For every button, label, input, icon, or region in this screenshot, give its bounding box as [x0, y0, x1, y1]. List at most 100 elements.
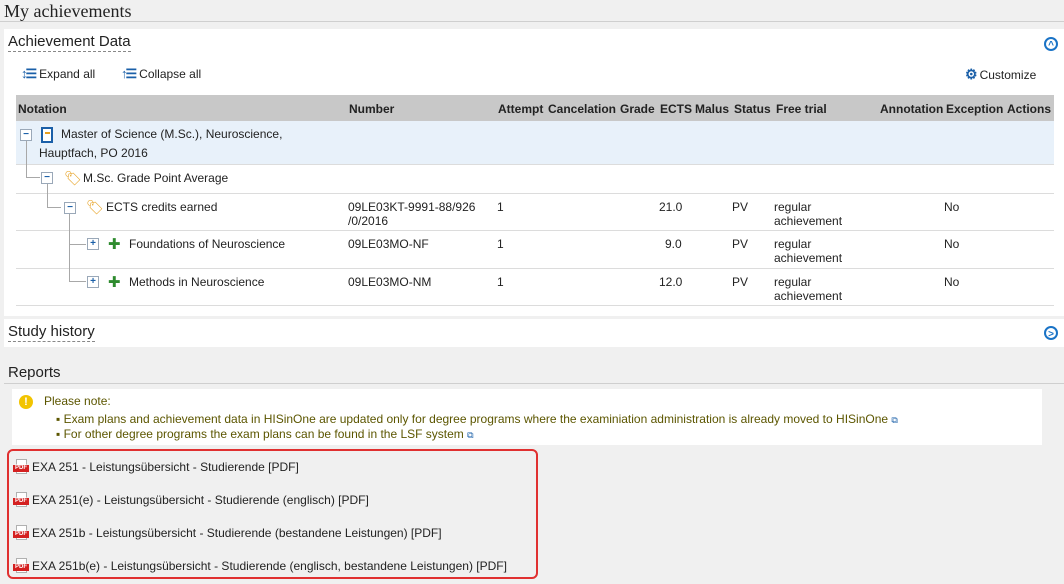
report-link-label: EXA 251(e) - Leistungsübersicht - Studie… [32, 493, 369, 507]
gear-icon: ⚙ [965, 66, 977, 82]
notation-foundations[interactable]: Foundations of Neuroscience [129, 237, 285, 251]
note-line-text: For other degree programs the exam plans… [63, 427, 464, 441]
free-trial-cell: regular [774, 237, 812, 251]
notation-degree-text: Master of Science (M.Sc.), Neuroscience, [61, 127, 283, 141]
collapse-toggle[interactable]: − [20, 129, 32, 141]
info-icon: ! [19, 395, 33, 409]
report-link[interactable]: PDF EXA 251b - Leistungsübersicht - Stud… [13, 525, 442, 541]
chevron-up-circle-icon[interactable]: ^ [1044, 37, 1058, 51]
col-actions[interactable]: Actions [1007, 102, 1051, 116]
free-trial-cell-cont: achievement [774, 289, 843, 303]
notation-ects[interactable]: ECTS credits earned [106, 200, 217, 214]
page-title: My achievements [4, 1, 132, 21]
pdf-icon: PDF [13, 558, 29, 574]
tree-line [69, 281, 86, 282]
pdf-icon: PDF [13, 525, 29, 541]
tree-line [69, 244, 86, 245]
free-trial-cell-cont: achievement [774, 251, 843, 265]
ects-cell: 21.0 [659, 200, 683, 214]
number-cell-cont: /0/2016 [348, 214, 389, 228]
expand-all-icon: ↕☰ [21, 66, 37, 81]
exception-cell: No [944, 275, 960, 289]
report-link[interactable]: PDF EXA 251b(e) - Leistungsübersicht - S… [13, 558, 507, 574]
col-grade[interactable]: Grade [620, 102, 655, 116]
free-trial-cell: regular [774, 200, 812, 214]
col-annotation[interactable]: Annotation [880, 102, 943, 116]
note-title: Please note: [44, 394, 111, 408]
col-exception[interactable]: Exception [946, 102, 1003, 116]
notation-gpa[interactable]: M.Sc. Grade Point Average [83, 171, 228, 185]
reports-divider [4, 383, 1064, 384]
customize-button[interactable]: ⚙ Customize [965, 66, 1036, 83]
number-cell: 09LE03MO-NM [348, 275, 432, 289]
attempt-cell: 1 [497, 237, 504, 251]
tree-line [47, 207, 61, 208]
achievement-data-heading[interactable]: Achievement Data [8, 33, 131, 52]
col-free-trial[interactable]: Free trial [776, 102, 827, 116]
title-divider [0, 21, 1064, 22]
status-cell: PV [732, 275, 749, 289]
exception-cell: No [944, 237, 960, 251]
tree-line [69, 213, 70, 281]
notation-degree-cont: Hauptfach, PO 2016 [39, 146, 148, 160]
notation-degree[interactable]: Master of Science (M.Sc.), Neuroscience, [61, 127, 282, 141]
puzzle-module-icon: ✚ [108, 274, 121, 291]
pdf-icon: PDF [13, 492, 29, 508]
expand-toggle[interactable]: + [87, 276, 99, 288]
customize-label: Customize [979, 67, 1037, 82]
col-notation[interactable]: Notation [18, 102, 67, 116]
report-link-label: EXA 251b - Leistungsübersicht - Studiere… [32, 526, 442, 540]
collapse-all-button[interactable]: ↑☰ Collapse all [121, 66, 201, 82]
collapse-all-icon: ↑☰ [121, 66, 137, 81]
row-divider [16, 268, 1054, 269]
col-ects[interactable]: ECTS [660, 102, 692, 116]
row-divider [16, 193, 1054, 194]
note-box: ! Please note: ▪ Exam plans and achievem… [12, 389, 1042, 445]
external-link-icon[interactable]: ⧉ [467, 430, 473, 440]
row-divider [16, 305, 1054, 306]
col-number[interactable]: Number [349, 102, 394, 116]
collapse-toggle[interactable]: − [41, 172, 53, 184]
status-cell: PV [732, 237, 749, 251]
col-cancelation[interactable]: Cancelation [548, 102, 616, 116]
degree-document-icon [41, 127, 53, 143]
reports-heading: Reports [8, 364, 61, 381]
report-link[interactable]: PDF EXA 251(e) - Leistungsübersicht - St… [13, 492, 369, 508]
report-link-label: EXA 251b(e) - Leistungsübersicht - Studi… [32, 559, 507, 573]
col-status[interactable]: Status [734, 102, 771, 116]
tree-line [26, 177, 40, 178]
status-cell: PV [732, 200, 749, 214]
report-link-label: EXA 251 - Leistungsübersicht - Studieren… [32, 460, 299, 474]
report-link[interactable]: PDF EXA 251 - Leistungsübersicht - Studi… [13, 459, 299, 475]
tag-icon: 🏷 [86, 199, 104, 215]
ects-cell: 12.0 [659, 275, 683, 289]
exception-cell: No [944, 200, 960, 214]
attempt-cell: 1 [497, 275, 504, 289]
tree-line [47, 183, 48, 207]
free-trial-cell: regular [774, 275, 812, 289]
chevron-right-circle-icon[interactable]: > [1044, 326, 1058, 340]
col-malus[interactable]: Malus [695, 102, 729, 116]
row-divider [16, 230, 1054, 231]
free-trial-cell-cont: achievement [774, 214, 843, 228]
expand-toggle[interactable]: + [87, 238, 99, 250]
puzzle-module-icon: ✚ [108, 236, 121, 253]
ects-cell: 9.0 [665, 237, 682, 251]
attempt-cell: 1 [497, 200, 504, 214]
number-cell: 09LE03KT-9991-88/926 [348, 200, 476, 214]
expand-all-label: Expand all [39, 67, 96, 81]
number-cell: 09LE03MO-NF [348, 237, 429, 251]
row-divider [16, 164, 1054, 165]
tag-icon: 🏷 [64, 170, 82, 186]
study-history-heading[interactable]: Study history [8, 323, 95, 342]
note-line-text: Exam plans and achievement data in HISin… [63, 412, 889, 426]
expand-all-button[interactable]: ↕☰ Expand all [21, 66, 95, 82]
table-header: Notation Number Attempt Cancelation Grad… [16, 95, 1054, 121]
study-history-panel: Study history > [4, 319, 1064, 347]
notation-methods[interactable]: Methods in Neuroscience [129, 275, 264, 289]
external-link-icon[interactable]: ⧉ [891, 415, 897, 425]
col-attempt[interactable]: Attempt [498, 102, 543, 116]
tree-line [26, 141, 27, 177]
collapse-toggle[interactable]: − [64, 202, 76, 214]
pdf-icon: PDF [13, 459, 29, 475]
